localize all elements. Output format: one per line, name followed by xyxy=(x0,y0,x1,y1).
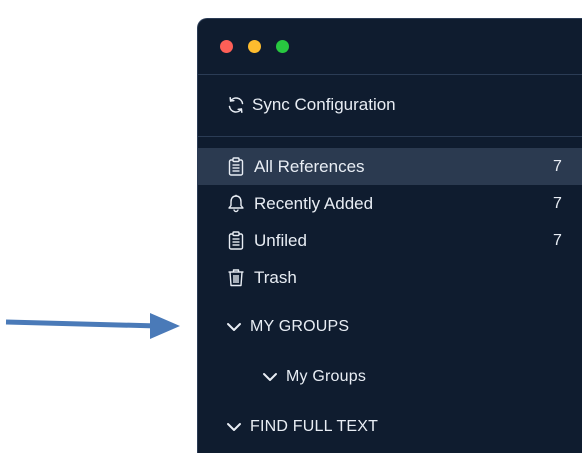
screenshot-stage: Sync Configuration All References 7 Rece… xyxy=(0,0,582,453)
bell-icon xyxy=(226,194,246,214)
title-bar xyxy=(198,19,582,75)
library-item-label: All References xyxy=(254,156,365,176)
section-my-groups-label: MY GROUPS xyxy=(250,318,350,335)
minimize-window-button[interactable] xyxy=(248,40,261,53)
close-window-button[interactable] xyxy=(220,40,233,53)
clipboard-icon xyxy=(226,157,246,177)
library-item-count: 7 xyxy=(553,157,562,175)
clipboard-icon xyxy=(226,231,246,251)
section-find-full-text-header[interactable]: FIND FULL TEXT xyxy=(226,415,378,439)
chevron-down-icon xyxy=(263,373,277,381)
sync-configuration-label: Sync Configuration xyxy=(252,95,396,114)
trash-icon xyxy=(226,268,246,288)
library-list: All References 7 Recently Added 7 Unfile… xyxy=(198,148,582,296)
library-item-label: Trash xyxy=(254,267,297,287)
library-item-trash[interactable]: Trash xyxy=(198,259,582,296)
chevron-down-icon xyxy=(227,323,241,331)
zoom-window-button[interactable] xyxy=(276,40,289,53)
group-my-groups[interactable]: My Groups xyxy=(262,365,366,389)
library-item-recently-added[interactable]: Recently Added 7 xyxy=(198,185,582,222)
sync-icon xyxy=(226,95,246,115)
sync-divider xyxy=(198,136,582,137)
chevron-down-icon xyxy=(227,423,241,431)
group-my-groups-label: My Groups xyxy=(286,368,367,385)
library-item-unfiled[interactable]: Unfiled 7 xyxy=(198,222,582,259)
section-my-groups-header[interactable]: MY GROUPS xyxy=(226,315,349,339)
library-item-all-references[interactable]: All References 7 xyxy=(198,148,582,185)
library-item-count: 7 xyxy=(553,194,562,212)
titlebar-divider xyxy=(198,74,582,75)
app-window: Sync Configuration All References 7 Rece… xyxy=(197,18,582,453)
sync-configuration-button[interactable]: Sync Configuration xyxy=(226,91,396,119)
section-find-full-text-label: FIND FULL TEXT xyxy=(250,418,379,435)
library-item-label: Recently Added xyxy=(254,193,374,213)
library-item-count: 7 xyxy=(553,231,562,249)
library-item-label: Unfiled xyxy=(254,230,307,250)
